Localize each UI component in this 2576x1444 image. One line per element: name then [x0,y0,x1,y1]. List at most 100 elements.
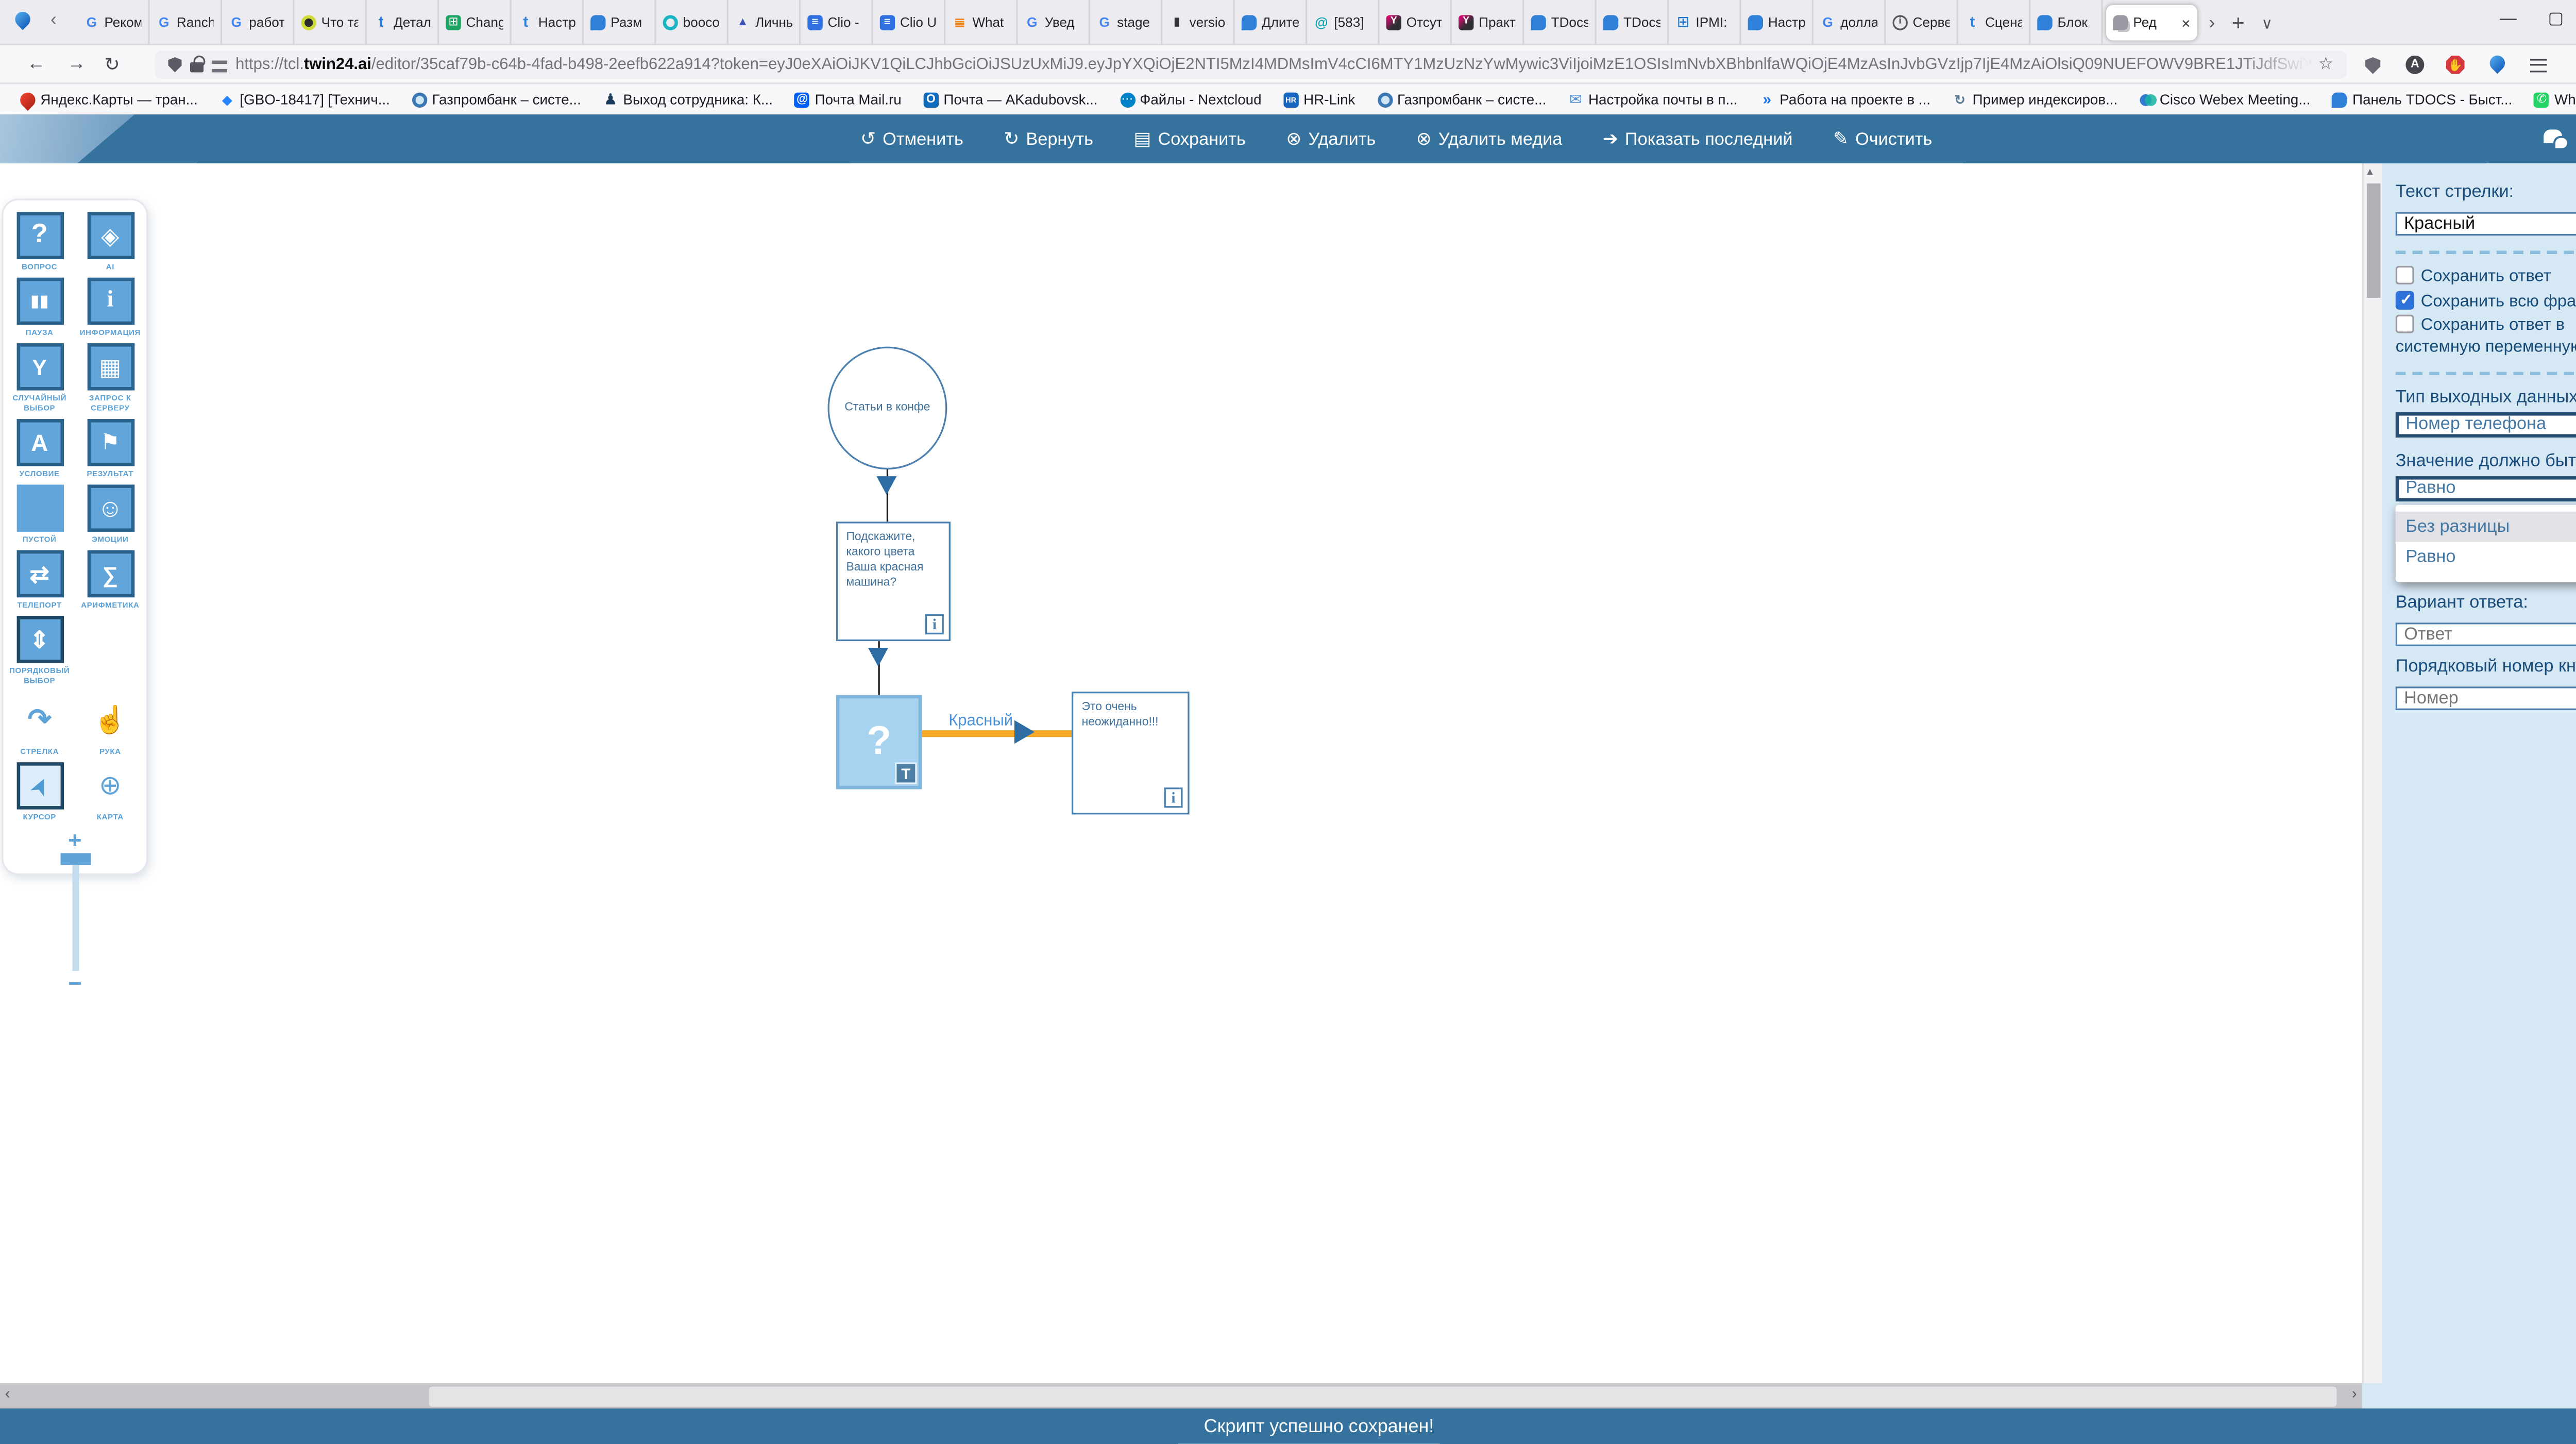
palette-tool-result[interactable]: ⚑ [87,419,133,466]
adblock-icon[interactable]: ✋ [2446,56,2465,74]
url-text[interactable]: https://tcl.twin24.ai/editor/35caf79b-c6… [235,56,2310,74]
output-type-select[interactable]: Номер телефона [2396,412,2576,438]
back-button[interactable] [27,54,45,74]
browser-tab[interactable]: GРеком [77,0,149,45]
browser-tab[interactable]: ▲Личны [728,0,801,45]
bookmark-item[interactable]: HRHR-Link [1283,91,1355,108]
flow-result-box[interactable]: Это очень неожиданно!!! [1072,692,1190,814]
palette-tool-server[interactable]: ▦ [87,343,133,390]
window-minimize-button[interactable] [2500,10,2517,29]
toolbar-button-delete-media[interactable]: ⊗Удалить медиа [1416,128,1563,149]
browser-tab[interactable]: YПракт [1452,0,1524,45]
checkbox-row[interactable]: Сохранить всю фразу [2396,290,2576,313]
checkbox-row[interactable]: Сохранить ответ [2396,266,2576,289]
bookmark-item[interactable]: »Работа на проекте в ... [1759,91,1930,108]
bookmark-item[interactable]: Яндекс.Карты — тран... [20,91,198,108]
palette-tool-arrow[interactable]: ↷ [16,697,63,744]
browser-tab[interactable]: Gработ [222,0,294,45]
palette-tool-random[interactable]: Y [16,343,63,390]
toolbar-button-show-last[interactable]: ➔Показать последний [1603,128,1793,149]
browser-tab[interactable]: booco [656,0,728,45]
browser-tab[interactable]: Ред× [2106,5,2197,41]
browser-tab[interactable]: Gstage [1090,0,1162,45]
browser-tab[interactable]: iСерве [1886,0,1958,45]
vertical-scrollbar-thumb[interactable] [2367,183,2380,298]
browser-tab[interactable]: ⊞Chang [439,0,511,45]
browser-tab[interactable]: TDocs [1597,0,1669,45]
palette-tool-arithmetic[interactable]: ∑ [87,550,133,597]
browser-tab[interactable]: Блок [2030,0,2103,45]
browser-tab[interactable]: Gдолла [1814,0,1886,45]
info-badge-icon[interactable] [925,614,944,634]
palette-tool-hand[interactable]: ☝ [87,697,133,744]
zoom-slider[interactable] [72,853,78,971]
checkbox-checked[interactable] [2396,290,2414,309]
answer-variant-input[interactable] [2396,623,2576,646]
value-must-be-select[interactable]: Равно [2396,476,2576,501]
bookmark-item[interactable]: Газпромбанк – систе... [1377,91,1546,108]
edge-label[interactable]: Красный [934,712,1028,730]
browser-tab[interactable]: ▮versio [1162,0,1234,45]
bookmark-item[interactable]: ✉Настройка почты в п... [1568,91,1738,108]
zoom-out-icon[interactable]: − [68,975,82,992]
browser-tab[interactable]: YОтсут [1380,0,1452,45]
bookmark-item[interactable]: Cisco Webex Meeting... [2140,91,2311,108]
extension-shield-icon[interactable] [2365,57,2380,74]
browser-tab[interactable]: Настр [1741,0,1814,45]
toolbar-button-redo[interactable]: ↻Вернуть [1004,128,1093,149]
bookmark-item[interactable]: OПочта — AKadubovsk... [923,91,1097,108]
tab-new-icon[interactable] [2232,10,2245,36]
browser-tab[interactable]: GУвед [1018,0,1090,45]
flow-question-box[interactable]: Подскажите, какого цвета Ваша красная ма… [836,522,951,641]
forward-button[interactable] [67,54,86,74]
palette-tool-teleport[interactable]: ⇄ [16,550,63,597]
bookmark-item[interactable]: ⋯Файлы - Nextcloud [1120,91,1261,108]
info-badge-icon[interactable] [1164,787,1183,808]
tab-scroll-left-icon[interactable]: ‹ [50,10,57,30]
bookmark-item[interactable]: Газпромбанк – систе... [412,91,581,108]
palette-tool-emotions[interactable]: ☺ [87,484,133,531]
dropdown-option[interactable]: Равно [2396,542,2576,572]
palette-tool-empty[interactable] [16,484,63,531]
palette-tool-ordinal[interactable]: ⇕ [16,616,63,663]
lock-icon[interactable] [190,62,204,73]
bookmark-item[interactable]: Панель TDOCS - Быст... [2332,91,2512,108]
bookmark-star-icon[interactable] [2318,56,2333,74]
permissions-icon[interactable] [212,60,227,72]
bookmark-item[interactable]: ♟Выход сотрудника: К... [603,91,773,108]
tab-overflow-icon[interactable] [2209,12,2215,32]
horizontal-scrollbar[interactable] [0,1383,2362,1408]
url-bar[interactable]: https://tcl.twin24.ai/editor/35caf79b-c6… [155,51,2347,79]
palette-tool-map[interactable]: ⊕ [87,762,133,809]
zoom-in-icon[interactable]: + [68,830,82,850]
browser-tab[interactable]: GRanch [150,0,222,45]
zoom-slider-thumb[interactable] [60,853,90,865]
palette-tool-info[interactable]: i [87,278,133,325]
browser-tab[interactable]: tНастр [512,0,584,45]
flow-input-node[interactable]: ? T [836,695,922,790]
checkbox-unchecked[interactable] [2396,266,2414,284]
browser-tab[interactable]: tСцена [1958,0,2030,45]
browser-tab[interactable]: ⊞IPMI: [1669,0,1741,45]
palette-tool-ai[interactable]: ◈ [87,212,133,259]
edge-red-answer[interactable] [922,730,1072,736]
chat-icon[interactable] [2544,129,2567,148]
vertical-scrollbar[interactable] [2362,163,2382,1408]
browser-tab[interactable]: ≡Clio - [801,0,873,45]
bookmark-item[interactable]: ↻Пример индексиров... [1952,91,2117,108]
checkbox-unchecked[interactable] [2396,315,2414,333]
button-number-input[interactable] [2396,686,2576,710]
palette-tool-question[interactable]: ? [16,212,63,259]
browser-tab[interactable]: Что та [294,0,366,45]
browser-tab[interactable]: @[583] [1307,0,1379,45]
scroll-right-icon[interactable] [2352,1385,2357,1402]
browser-tab[interactable]: Разм [584,0,656,45]
browser-tab[interactable]: ≡Clio U [873,0,945,45]
toolbar-button-undo[interactable]: ↺Отменить [860,128,963,149]
menu-icon[interactable] [2530,59,2547,72]
bookmark-item[interactable]: ✆WhatsApp [2534,91,2576,108]
tab-close-icon[interactable]: × [2181,14,2190,31]
tab-list-btn-icon[interactable] [2261,12,2273,32]
toolbar-button-clear[interactable]: ✎Очистить [1833,128,1932,149]
bookmark-item[interactable]: @Почта Mail.ru [794,91,901,108]
